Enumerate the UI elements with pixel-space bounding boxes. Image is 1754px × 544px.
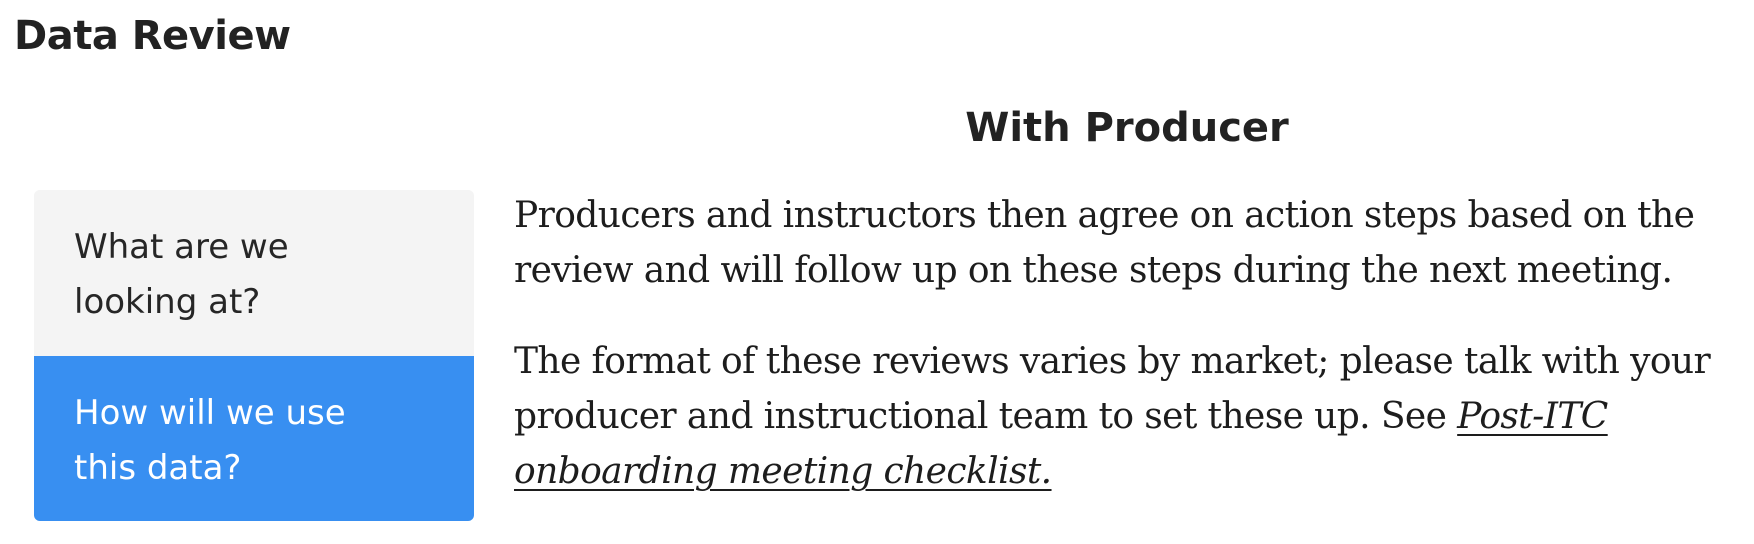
page-title: Data Review	[14, 13, 291, 59]
tab-label-line-2: this data?	[74, 448, 242, 488]
paragraph-action-steps: Producers and instructors then agree on …	[514, 188, 1752, 298]
tab-panel-content: Producers and instructors then agree on …	[514, 188, 1752, 535]
paragraph-line: producer and instructional team to set t…	[514, 389, 1752, 444]
paragraph-review-format: The format of these reviews varies by ma…	[514, 334, 1752, 499]
paragraph-text: producer and instructional team to set t…	[514, 396, 1458, 437]
tab-label-line-2: looking at?	[74, 282, 261, 322]
tab-what-are-we-looking-at[interactable]: What are we looking at?	[34, 190, 474, 356]
paragraph-line: onboarding meeting checklist.	[514, 444, 1752, 499]
paragraph-line: The format of these reviews varies by ma…	[514, 341, 1711, 382]
paragraph-line: review and will follow up on these steps…	[514, 250, 1673, 291]
checklist-link[interactable]: Post-ITC	[1457, 396, 1608, 437]
paragraph-line: Producers and instructors then agree on …	[514, 195, 1695, 236]
tab-label-line-1: How will we use	[74, 393, 346, 433]
checklist-link[interactable]: onboarding meeting checklist.	[514, 451, 1052, 492]
tab-label-line-1: What are we	[74, 227, 289, 267]
tab-list: What are we looking at? How will we use …	[34, 190, 474, 521]
section-heading: With Producer	[965, 105, 1289, 151]
tab-how-will-we-use-this-data[interactable]: How will we use this data?	[34, 356, 474, 521]
